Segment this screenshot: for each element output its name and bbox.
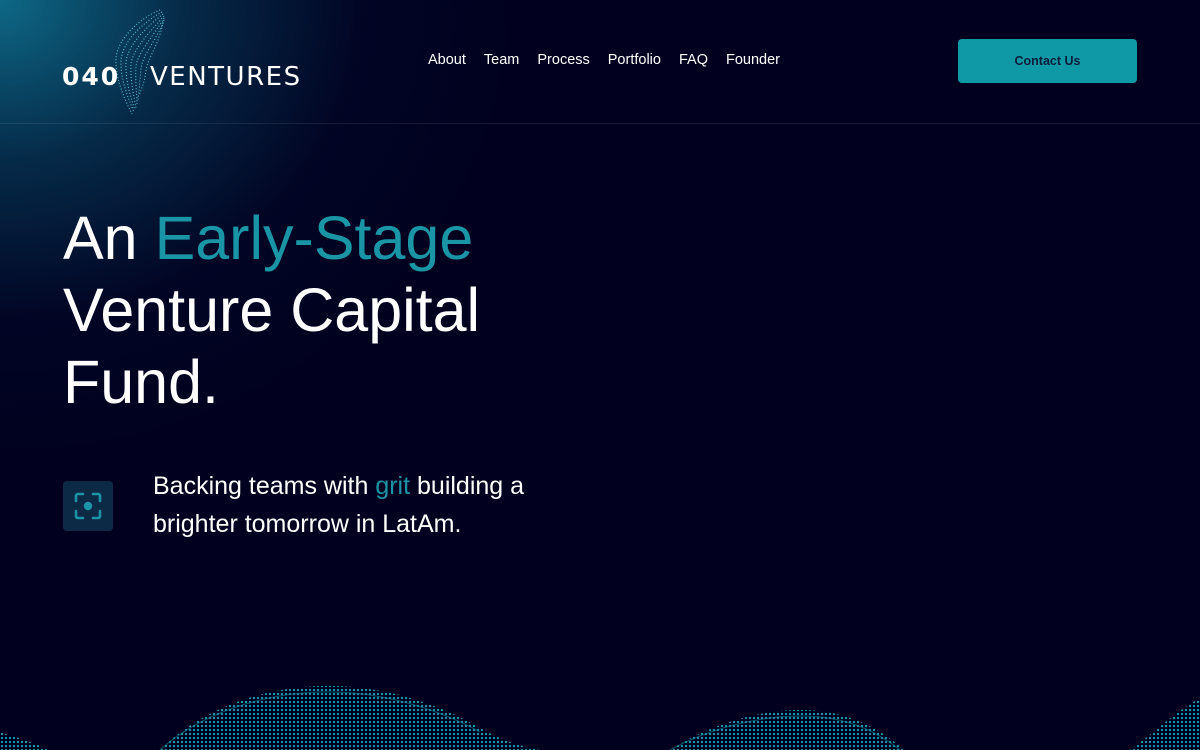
hero-title-accent: Early-Stage — [154, 204, 474, 272]
logo[interactable]: 040 VENTURES — [62, 8, 302, 116]
nav-process[interactable]: Process — [537, 52, 589, 68]
tagline-before: Backing teams with — [153, 472, 376, 500]
logo-wordmark: VENTURES — [150, 62, 302, 92]
site-header: 040 VENTURES About Team Process Portfoli… — [0, 0, 1200, 124]
particle-wave-graphic — [0, 685, 1200, 750]
main-nav: About Team Process Portfolio FAQ Founder — [428, 52, 780, 68]
nav-faq[interactable]: FAQ — [679, 52, 708, 68]
hero-title-plain: An — [63, 204, 155, 272]
nav-founder[interactable]: Founder — [726, 52, 780, 68]
nav-team[interactable]: Team — [484, 52, 519, 68]
hero-title-line2: Venture Capital — [63, 276, 481, 344]
hero-title-line3: Fund. — [63, 348, 219, 416]
hero-title: An Early-Stage Venture Capital Fund. — [63, 202, 480, 418]
focus-target-icon — [63, 481, 113, 531]
logo-number: 040 — [62, 62, 121, 91]
tagline-accent: grit — [375, 472, 411, 500]
contact-us-button[interactable]: Contact Us — [958, 39, 1137, 83]
hero-tagline: Backing teams with grit building a brigh… — [153, 467, 573, 543]
nav-about[interactable]: About — [428, 52, 466, 68]
nav-portfolio[interactable]: Portfolio — [608, 52, 661, 68]
